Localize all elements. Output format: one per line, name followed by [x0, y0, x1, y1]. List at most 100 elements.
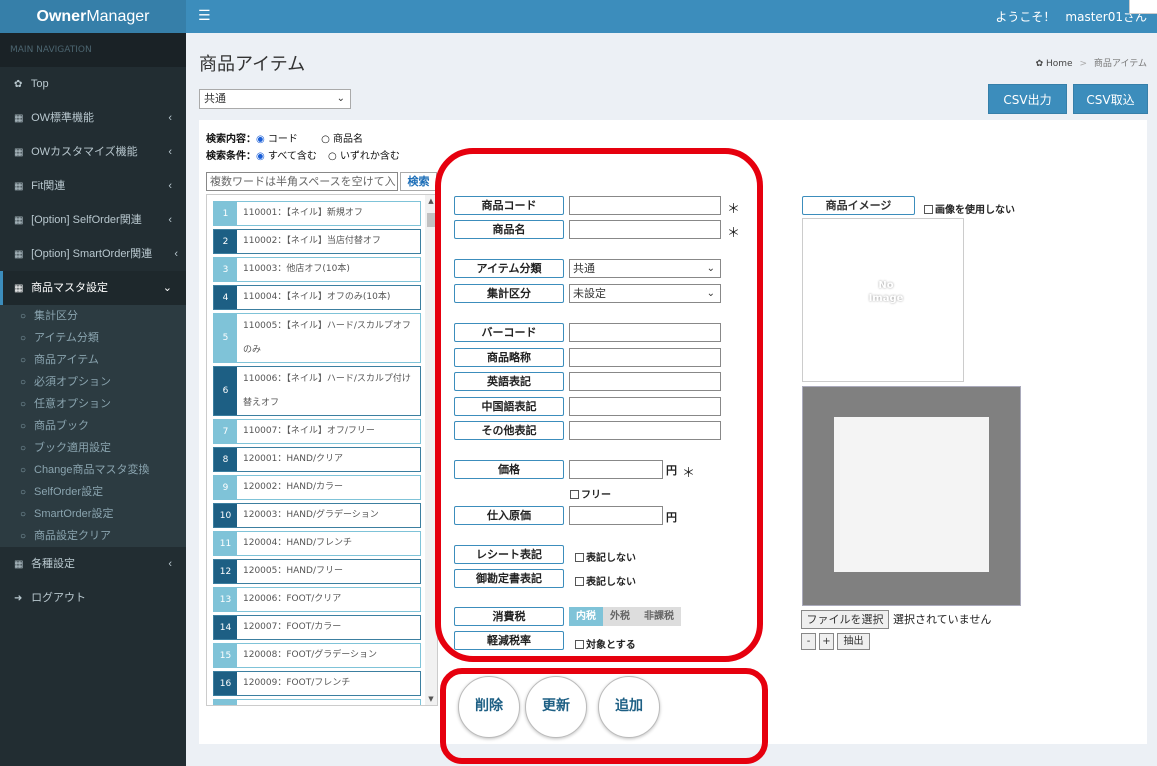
- list-item-number: 4: [214, 286, 237, 309]
- submenu-item[interactable]: ○ SelfOrder設定: [0, 481, 186, 503]
- submenu-item[interactable]: ○ 商品設定クリア: [0, 525, 186, 547]
- sidebar-item-logout[interactable]: ➜ ログアウト: [0, 581, 186, 615]
- circle-icon: ○: [20, 487, 27, 498]
- list-item-text: 120004：HAND/フレンチ: [243, 538, 352, 548]
- list-item-number: 3: [214, 258, 237, 281]
- list-item-text-line: 替えオフ: [243, 398, 280, 408]
- list-item-text: 120006：FOOT/クリア: [243, 594, 342, 604]
- list-item[interactable]: 17120010：FOOT/フリー: [213, 699, 421, 705]
- submenu-item[interactable]: ○ 商品アイテム: [0, 349, 186, 371]
- list-item-text: 120008：FOOT/グラデーション: [243, 650, 378, 660]
- chevron-down-icon: ⌄: [336, 93, 345, 104]
- menu-toggle-icon[interactable]: ☰: [198, 0, 211, 33]
- chevron-left-icon: ‹: [168, 180, 172, 192]
- page-title: 商品アイテム: [199, 54, 306, 74]
- sidebar-item-smartorder[interactable]: ▦ [Option] SmartOrder関連 ‹: [0, 237, 186, 271]
- list-item[interactable]: 6 110006：【ネイル】ハード/スカルプ付け 替えオフ: [213, 366, 421, 416]
- sidebar-item-product-master[interactable]: ▦ 商品マスタ設定 ⌄: [0, 271, 186, 305]
- scroll-thumb[interactable]: [427, 213, 435, 227]
- file-status: 選択されていません: [893, 613, 992, 626]
- breadcrumb: ✿ Home > 商品アイテム: [1036, 56, 1147, 69]
- list-item[interactable]: 9 120002：HAND/カラー: [213, 475, 421, 500]
- circle-icon: ○: [20, 333, 27, 344]
- radio-code-label[interactable]: コード: [268, 134, 298, 145]
- highlight-form-area: [435, 148, 763, 662]
- file-select-button[interactable]: ファイルを選択: [801, 610, 889, 629]
- circle-icon: ○: [20, 377, 27, 388]
- list-item[interactable]: 10 120003：HAND/グラデーション: [213, 503, 421, 528]
- list-item[interactable]: 1 110001：【ネイル】新規オフ: [213, 201, 421, 226]
- radio-all-label[interactable]: すべて含む: [268, 151, 317, 162]
- list-item[interactable]: 3 110003：他店オフ(10本): [213, 257, 421, 282]
- dashboard-icon: ✿: [14, 79, 23, 90]
- extract-button[interactable]: 抽出: [837, 633, 870, 650]
- search-button[interactable]: 検索: [400, 172, 437, 191]
- sidebar-item-selforder[interactable]: ▦ [Option] SelfOrder関連 ‹: [0, 203, 186, 237]
- submenu-item[interactable]: ○ 必須オプション: [0, 371, 186, 393]
- sidebar-item-ow-standard[interactable]: ▦ OW標準機能 ‹: [0, 101, 186, 135]
- radio-any-label[interactable]: いずれか含む: [340, 151, 400, 162]
- no-image-checkbox[interactable]: 画像を使用しない: [924, 201, 1015, 216]
- search-content-row: 検索内容：◉ コード ○ 商品名: [206, 134, 364, 145]
- checkbox-icon[interactable]: [924, 205, 933, 214]
- radio-name-label[interactable]: 商品名: [333, 134, 363, 145]
- submenu-item[interactable]: ○ ブック適用設定: [0, 437, 186, 459]
- list-item-number: 17: [214, 700, 237, 705]
- list-item[interactable]: 5 110005：【ネイル】ハード/スカルプオフ のみ: [213, 313, 421, 363]
- image-crop-area[interactable]: [802, 386, 1021, 606]
- list-item[interactable]: 15 120008：FOOT/グラデーション: [213, 643, 421, 668]
- submenu-item[interactable]: ○ SmartOrder設定: [0, 503, 186, 525]
- chevron-left-icon: ‹: [174, 248, 178, 260]
- zoom-out-button[interactable]: -: [801, 633, 816, 650]
- radio-unselected-icon[interactable]: ○: [328, 151, 337, 162]
- list-item-text: 120003：HAND/グラデーション: [243, 510, 379, 520]
- sidebar-item-settings[interactable]: ▦ 各種設定 ‹: [0, 547, 186, 581]
- radio-selected-icon[interactable]: ◉: [256, 134, 265, 145]
- radio-selected-icon[interactable]: ◉: [256, 151, 265, 162]
- list-item[interactable]: 14 120007：FOOT/カラー: [213, 615, 421, 640]
- list-item-number: 10: [214, 504, 237, 527]
- list-item[interactable]: 4 110004：【ネイル】オフのみ(10本): [213, 285, 421, 310]
- list-item[interactable]: 2 110002：【ネイル】当店付替オフ: [213, 229, 421, 254]
- crop-square[interactable]: [834, 417, 989, 572]
- list-item[interactable]: 12 120005：HAND/フリー: [213, 559, 421, 584]
- submenu-item[interactable]: ○ Change商品マスタ変換: [0, 459, 186, 481]
- chevron-left-icon: ‹: [168, 558, 172, 570]
- submenu-item[interactable]: ○ 任意オプション: [0, 393, 186, 415]
- scroll-down-icon[interactable]: ▼: [425, 695, 437, 703]
- list-item[interactable]: 11 120004：HAND/フレンチ: [213, 531, 421, 556]
- submenu-item[interactable]: ○ 商品ブック: [0, 415, 186, 437]
- radio-unselected-icon[interactable]: ○: [321, 134, 330, 145]
- search-input[interactable]: 複数ワードは半角スペースを空けて入: [206, 172, 398, 191]
- circle-icon: ○: [20, 531, 27, 542]
- list-item-text: 110007：【ネイル】オフ/フリー: [243, 426, 375, 436]
- sidebar-item-fit[interactable]: ▦ Fit関連 ‹: [0, 169, 186, 203]
- app-logo[interactable]: OwnerManager: [0, 0, 186, 33]
- chevron-left-icon: ‹: [168, 146, 172, 158]
- sidebar-item-ow-custom[interactable]: ▦ OWカスタマイズ機能 ‹: [0, 135, 186, 169]
- highlight-buttons-area: [440, 668, 768, 764]
- list-item-number: 16: [214, 672, 237, 695]
- csv-export-button[interactable]: CSV出力: [988, 84, 1067, 114]
- list-item[interactable]: 16 120009：FOOT/フレンチ: [213, 671, 421, 696]
- list-item-number: 2: [214, 230, 237, 253]
- list-item[interactable]: 13 120006：FOOT/クリア: [213, 587, 421, 612]
- list-item-text: 120002：HAND/カラー: [243, 482, 343, 492]
- submenu-item[interactable]: ○ アイテム分類: [0, 327, 186, 349]
- no-image-placeholder: No Image: [868, 280, 904, 304]
- breadcrumb-separator: >: [1079, 59, 1088, 69]
- breadcrumb-home[interactable]: Home: [1046, 59, 1073, 69]
- store-select[interactable]: 共通 ⌄: [199, 89, 351, 109]
- list-item-text: 110003：他店オフ(10本): [243, 264, 350, 274]
- zoom-in-button[interactable]: +: [819, 633, 834, 650]
- csv-import-button[interactable]: CSV取込: [1073, 84, 1148, 114]
- top-navbar: OwnerManager ☰ ようこそ！ master01さん: [0, 0, 1157, 33]
- list-item-number: 5: [214, 314, 237, 362]
- sign-out-icon: ➜: [14, 593, 23, 604]
- list-item-text: 120010：FOOT/フリー: [237, 700, 345, 705]
- list-item[interactable]: 8 120001：HAND/クリア: [213, 447, 421, 472]
- list-item[interactable]: 7 110007：【ネイル】オフ/フリー: [213, 419, 421, 444]
- table-icon: ▦: [14, 113, 24, 124]
- sidebar-item-top[interactable]: ✿ Top: [0, 67, 186, 101]
- submenu-item[interactable]: ○ 集計区分: [0, 305, 186, 327]
